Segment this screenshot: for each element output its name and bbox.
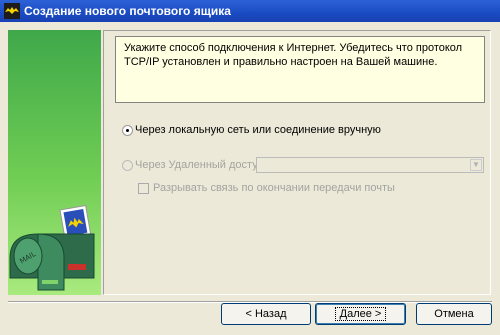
back-button[interactable]: < Назад xyxy=(221,303,311,325)
cancel-button[interactable]: Отмена xyxy=(416,303,492,325)
info-text: Укажите способ подключения к Интернет. У… xyxy=(124,42,463,68)
wizard-side-banner: MAIL xyxy=(8,30,101,295)
local-network-radio[interactable] xyxy=(122,125,133,136)
next-button[interactable]: Далее > xyxy=(315,303,406,325)
dialup-label[interactable]: Через Удаленный доступ: xyxy=(135,159,267,171)
dialup-connection-select[interactable]: ▼ xyxy=(256,157,484,173)
dialup-radio[interactable] xyxy=(122,160,133,171)
title-bar[interactable]: Создание нового почтового ящика xyxy=(0,0,500,22)
info-box: Укажите способ подключения к Интернет. У… xyxy=(115,36,485,103)
local-network-label[interactable]: Через локальную сеть или соединение вруч… xyxy=(135,124,381,136)
back-button-label: < Назад xyxy=(245,308,287,320)
dropdown-arrow-icon[interactable]: ▼ xyxy=(470,159,482,171)
bat-app-icon xyxy=(4,3,20,19)
disconnect-label[interactable]: Разрывать связь по окончании передачи по… xyxy=(153,182,395,194)
next-button-label: Далее > xyxy=(334,307,387,321)
disconnect-checkbox[interactable] xyxy=(138,183,149,194)
window-title: Создание нового почтового ящика xyxy=(24,4,231,18)
mailbox-illustration: MAIL xyxy=(9,204,95,291)
cancel-button-label: Отмена xyxy=(434,308,474,320)
